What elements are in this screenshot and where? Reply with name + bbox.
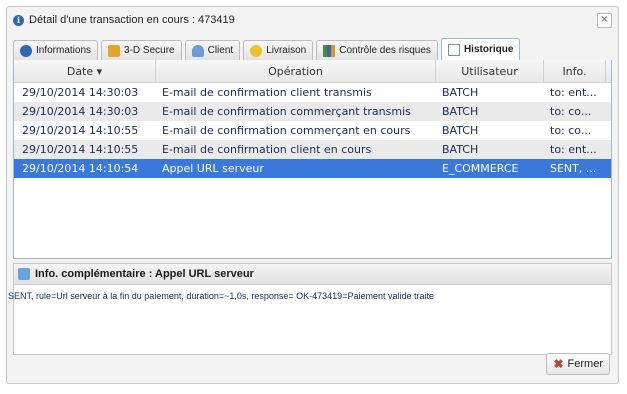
tab-label: Client [207, 45, 234, 56]
cell-info: to: ent... [550, 143, 597, 156]
tab-bar: Informations 3-D Secure Client Livraison… [13, 38, 612, 61]
cell-date: 29/10/2014 14:10:55 [22, 124, 139, 137]
cell-operation: E-mail de confirmation client transmis [162, 86, 372, 99]
additional-info-title: Info. complémentaire : Appel URL serveur [35, 268, 254, 280]
grid-header: Date ▾ Opération Utilisateur Info. [14, 60, 611, 83]
tab-label: Informations [36, 45, 92, 56]
user-icon [191, 44, 204, 57]
tab-label: 3-D Secure [124, 45, 175, 56]
close-button-label: Fermer [567, 358, 603, 370]
close-button[interactable]: ✖ Fermer [546, 353, 610, 375]
column-header-user[interactable]: Utilisateur [436, 60, 544, 82]
table-row[interactable]: 29/10/2014 14:10:55 E-mail de confirmati… [14, 140, 611, 159]
table-row[interactable]: 29/10/2014 14:10:55 E-mail de confirmati… [14, 121, 611, 140]
cell-operation: Appel URL serveur [162, 162, 264, 175]
history-grid: Date ▾ Opération Utilisateur Info. 29/10… [13, 60, 612, 259]
transaction-detail-window: i Détail d'une transaction en cours : 47… [6, 6, 619, 384]
tab-3d-secure[interactable]: 3-D Secure [101, 40, 182, 60]
delivery-icon [250, 44, 263, 57]
cell-info: SENT, ... [550, 162, 597, 175]
cell-user: E_COMMERCE [442, 162, 519, 175]
document-icon [447, 43, 460, 56]
lock-icon [108, 44, 121, 57]
cell-operation: E-mail de confirmation client en cours [162, 143, 372, 156]
cell-user: BATCH [442, 86, 479, 99]
tab-informations[interactable]: Informations [13, 40, 99, 60]
cell-info: to: ent... [550, 86, 597, 99]
table-row-selected[interactable]: 29/10/2014 14:10:54 Appel URL serveur E_… [14, 159, 611, 178]
window-title: Détail d'une transaction en cours : 4734… [29, 14, 235, 26]
additional-info-text: SENT, rule=Url serveur à la fin du paiem… [8, 291, 434, 301]
cell-date: 29/10/2014 14:30:03 [22, 105, 139, 118]
info-icon [20, 44, 32, 57]
title-bar: i Détail d'une transaction en cours : 47… [7, 7, 618, 33]
close-icon[interactable]: × [597, 13, 612, 28]
table-row[interactable]: 29/10/2014 14:30:03 E-mail de confirmati… [14, 102, 611, 121]
tab-historique[interactable]: Historique [440, 38, 521, 60]
chart-icon [323, 44, 336, 57]
tab-livraison[interactable]: Livraison [243, 40, 314, 60]
tab-client[interactable]: Client [184, 40, 241, 60]
tab-controle-risques[interactable]: Contrôle des risques [316, 40, 438, 60]
table-row[interactable]: 29/10/2014 14:30:03 E-mail de confirmati… [14, 83, 611, 102]
cell-info: to: co... [550, 124, 592, 137]
additional-info-header: Info. complémentaire : Appel URL serveur [14, 264, 611, 285]
column-header-operation[interactable]: Opération [156, 60, 436, 82]
edit-icon [18, 268, 30, 280]
close-icon: ✖ [553, 357, 564, 371]
additional-info-panel: Info. complémentaire : Appel URL serveur… [8, 263, 612, 355]
cell-user: BATCH [442, 124, 479, 137]
cell-operation: E-mail de confirmation commerçant en cou… [162, 124, 411, 137]
column-header-date[interactable]: Date ▾ [14, 60, 156, 82]
info-icon: i [13, 14, 24, 26]
cell-operation: E-mail de confirmation commerçant transm… [162, 105, 411, 118]
cell-info: to: co... [550, 105, 592, 118]
cell-date: 29/10/2014 14:10:54 [22, 162, 139, 175]
tab-label: Contrôle des risques [339, 45, 431, 56]
cell-user: BATCH [442, 143, 479, 156]
cell-date: 29/10/2014 14:30:03 [22, 86, 139, 99]
cell-date: 29/10/2014 14:10:55 [22, 143, 139, 156]
tab-label: Livraison [266, 45, 307, 56]
column-header-info[interactable]: Info. [544, 60, 606, 82]
tab-label: Historique [463, 44, 514, 55]
cell-user: BATCH [442, 105, 479, 118]
